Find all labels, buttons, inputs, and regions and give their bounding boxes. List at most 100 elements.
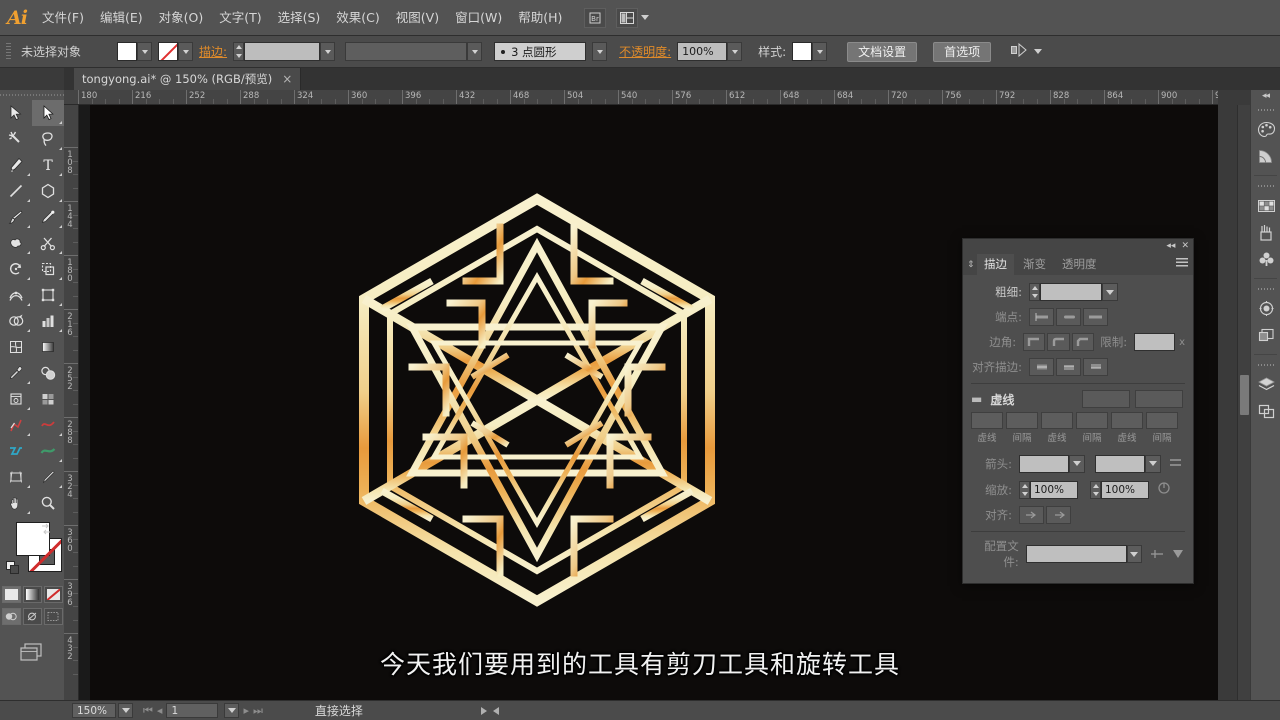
- knife-flyout-icon[interactable]: [59, 485, 62, 488]
- artboard-number-input[interactable]: 1: [166, 703, 219, 718]
- stroke-panel[interactable]: ◂◂ ✕ ⇕ 描边 渐变 透明度 粗细: 端点: 边角: 限制: x 对齐描边:…: [962, 238, 1194, 584]
- hexagonal-maze-logo[interactable]: [322, 185, 752, 615]
- flat-color-button[interactable]: [1, 586, 21, 603]
- draw-normal-button[interactable]: [1, 608, 21, 625]
- menu-view[interactable]: 视图(V): [388, 0, 447, 36]
- dock-group-grip[interactable]: [1257, 362, 1274, 368]
- graph-flyout-icon[interactable]: [59, 329, 62, 332]
- zoom-level-input[interactable]: 150%: [72, 703, 116, 718]
- align-tools-chevron-down-icon[interactable]: [1034, 49, 1043, 54]
- align-inside-button[interactable]: [1056, 358, 1081, 376]
- appearance-panel-icon[interactable]: [1251, 295, 1280, 322]
- shape-builder-flyout-icon[interactable]: [27, 329, 30, 332]
- flip-along-icon[interactable]: [1150, 545, 1164, 564]
- tab-transparency[interactable]: 透明度: [1055, 254, 1104, 275]
- lasso-tool[interactable]: [32, 126, 64, 152]
- stroke-panel-titlebar[interactable]: ◂◂ ✕: [963, 239, 1193, 253]
- miter-join-button[interactable]: [1023, 333, 1046, 351]
- shape-builder-tool[interactable]: [0, 308, 32, 334]
- zoom-level-chevron-down-icon[interactable]: [118, 703, 133, 718]
- warp-tool[interactable]: [32, 412, 64, 438]
- symbols-panel-icon[interactable]: [1251, 246, 1280, 273]
- align-center-button[interactable]: [1029, 358, 1054, 376]
- hand-tool[interactable]: [0, 490, 32, 516]
- panel-menu-icon[interactable]: [1176, 258, 1188, 268]
- swatches-panel-icon[interactable]: [1251, 192, 1280, 219]
- stroke-weight-group[interactable]: [233, 42, 336, 61]
- menu-edit[interactable]: 编辑(E): [92, 0, 151, 36]
- lasso-flyout-icon[interactable]: [59, 147, 62, 150]
- direct-selection-flyout-icon[interactable]: [59, 121, 62, 124]
- scale-end-stepper[interactable]: [1090, 480, 1101, 499]
- wave-blue-tool[interactable]: [0, 438, 32, 464]
- tab-gradient[interactable]: 渐变: [1016, 254, 1053, 275]
- stroke-profile-group[interactable]: [345, 42, 483, 61]
- profile-chevron-down-icon[interactable]: [1126, 545, 1142, 563]
- layers-panel-icon[interactable]: [1251, 371, 1280, 398]
- artboard-navigation[interactable]: ⏮ ◂ 1 ▸ ⏭: [143, 703, 263, 718]
- arrow-start-select[interactable]: [1019, 454, 1069, 473]
- gap-input-1[interactable]: [1006, 412, 1038, 429]
- shape-flyout-icon[interactable]: [59, 199, 62, 202]
- eyedropper-tool[interactable]: [0, 360, 32, 386]
- paintbrush-flyout-icon[interactable]: [27, 225, 30, 228]
- stroke-weight-input[interactable]: [244, 42, 321, 61]
- weight-input[interactable]: [1040, 283, 1102, 301]
- align-outside-button[interactable]: [1083, 358, 1108, 376]
- menu-window[interactable]: 窗口(W): [447, 0, 510, 36]
- dock-collapse-button[interactable]: ◂◂: [1251, 90, 1280, 102]
- opacity-input[interactable]: 100%: [677, 42, 728, 61]
- scissors-flyout-icon[interactable]: [59, 251, 62, 254]
- arrange-documents-chevron-down-icon[interactable]: [641, 15, 650, 20]
- arrange-documents-icon[interactable]: [616, 7, 639, 28]
- status-expand-right-icon[interactable]: [480, 706, 487, 715]
- blob-brush-tool[interactable]: [0, 230, 32, 256]
- status-arrows[interactable]: [480, 706, 499, 715]
- bridge-icon[interactable]: Br: [584, 7, 607, 28]
- first-artboard-icon[interactable]: ⏮: [143, 704, 153, 718]
- link-scale-icon[interactable]: [1157, 480, 1171, 499]
- free-transform-tool[interactable]: [32, 282, 64, 308]
- fill-color-group[interactable]: [117, 42, 153, 61]
- zoom-level-group[interactable]: 150%: [72, 703, 133, 718]
- flip-across-icon[interactable]: [1171, 545, 1185, 564]
- menu-file[interactable]: 文件(F): [34, 0, 92, 36]
- slice-tool[interactable]: [32, 386, 64, 412]
- default-fill-stroke-icon[interactable]: [6, 560, 20, 574]
- column-graph-tool[interactable]: [32, 308, 64, 334]
- document-setup-button[interactable]: 文档设置: [847, 41, 918, 62]
- pencil-flyout-icon[interactable]: [59, 225, 62, 228]
- opacity-group[interactable]: 100%: [677, 42, 743, 61]
- gradient-button[interactable]: [22, 586, 42, 603]
- blend-tool[interactable]: [32, 360, 64, 386]
- rotate-tool[interactable]: [0, 256, 32, 282]
- vertical-ruler[interactable]: 108 144 180 216 252 288 324 360 396 432: [64, 105, 79, 700]
- document-tab[interactable]: tongyong.ai* @ 150% (RGB/预览) ×: [74, 68, 302, 90]
- dash-input-2[interactable]: [1041, 412, 1073, 429]
- place-arrow-tip-button[interactable]: [1046, 506, 1071, 524]
- symbol-sprayer-tool[interactable]: [0, 412, 32, 438]
- scissors-tool[interactable]: [32, 230, 64, 256]
- symbol-flyout-icon[interactable]: [27, 433, 30, 436]
- dash-adjust-button[interactable]: [1135, 390, 1183, 408]
- horizontal-ruler[interactable]: 180 216 252 288 324 360 396 432 468 504 540 576 612 6…: [78, 90, 1218, 105]
- color-guide-icon[interactable]: [1251, 143, 1280, 170]
- knife-tool[interactable]: [32, 464, 64, 490]
- menu-select[interactable]: 选择(S): [270, 0, 329, 36]
- dock-group-grip[interactable]: [1257, 183, 1274, 189]
- line-flyout-icon[interactable]: [27, 199, 30, 202]
- perspective-flyout-icon[interactable]: [27, 485, 30, 488]
- change-screen-mode-button[interactable]: [0, 641, 64, 663]
- zoom-tool[interactable]: [32, 490, 64, 516]
- swap-fill-stroke-icon[interactable]: [40, 520, 52, 535]
- warp-flyout-icon[interactable]: [59, 433, 62, 436]
- type-tool[interactable]: T: [32, 152, 64, 178]
- perspective-grid-tool[interactable]: [0, 464, 32, 490]
- arrow-start-chevron-down-icon[interactable]: [1069, 454, 1085, 473]
- type-flyout-icon[interactable]: [59, 173, 62, 176]
- stroke-color-group[interactable]: [158, 42, 194, 61]
- scale-flyout-icon[interactable]: [59, 277, 62, 280]
- brush-definition-select[interactable]: 3 点圆形: [494, 42, 587, 61]
- stroke-weight-stepper[interactable]: [233, 42, 245, 61]
- stroke-profile-chevron-down-icon[interactable]: [467, 42, 483, 61]
